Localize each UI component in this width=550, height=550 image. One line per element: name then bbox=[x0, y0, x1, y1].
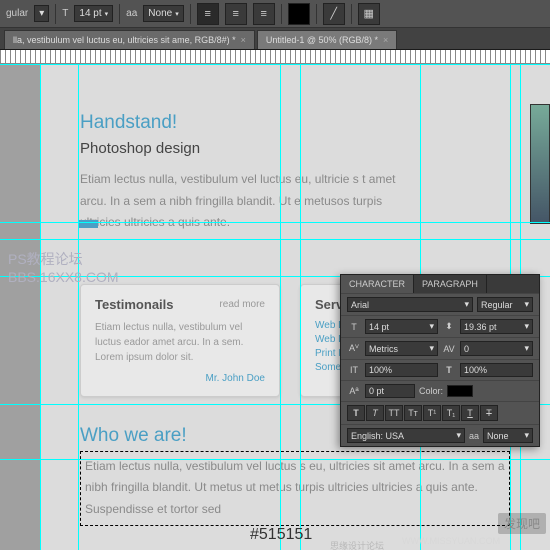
document-tabs: lla, vestibulum vel luctus eu, ultricies… bbox=[0, 28, 550, 50]
heading-1: Handstand! bbox=[80, 112, 510, 134]
leading-icon: ⬍ bbox=[442, 321, 456, 332]
hscale-icon: T bbox=[442, 365, 456, 375]
font-style-dropdown[interactable]: Regular▾ bbox=[477, 297, 533, 312]
font-style-dropdown[interactable]: ▾ bbox=[34, 5, 49, 22]
watermark: 发现吧 bbox=[498, 513, 546, 534]
card-title: Testimonails bbox=[95, 297, 174, 312]
close-icon[interactable]: × bbox=[383, 35, 388, 45]
selection-marker[interactable] bbox=[78, 220, 98, 228]
language-dropdown[interactable]: English: USA▾ bbox=[347, 428, 465, 443]
tab-character[interactable]: CHARACTER bbox=[341, 275, 414, 293]
character-panel[interactable]: CHARACTER PARAGRAPH Arial▾ Regular▾ T 14… bbox=[340, 274, 540, 447]
hex-annotation: #515151 bbox=[250, 526, 312, 544]
leading-field[interactable]: 19.36 pt▾ bbox=[460, 319, 533, 334]
canvas[interactable]: Handstand! Photoshop design Etiam lectus… bbox=[0, 64, 550, 550]
tracking-icon: AV bbox=[442, 344, 456, 354]
superscript-button[interactable]: T¹ bbox=[423, 405, 441, 421]
kerning-field[interactable]: Metrics▾ bbox=[365, 341, 438, 356]
tracking-field[interactable]: 0▾ bbox=[460, 341, 533, 356]
image-strip bbox=[530, 104, 550, 224]
tab-paragraph[interactable]: PARAGRAPH bbox=[414, 275, 487, 293]
read-more-link[interactable]: read more bbox=[219, 299, 265, 310]
watermark: WWW.MISSYUAN.COM bbox=[402, 536, 500, 546]
text-color-swatch[interactable] bbox=[447, 385, 473, 397]
fontsize-dropdown[interactable]: 14 pt▾ bbox=[74, 5, 113, 22]
aa-label: aa bbox=[126, 8, 137, 19]
doc-tab-2[interactable]: Untitled-1 @ 50% (RGB/8) *× bbox=[257, 30, 397, 49]
aa-dropdown[interactable]: None▾ bbox=[483, 428, 533, 443]
aa-dropdown[interactable]: None▾ bbox=[143, 5, 183, 22]
smallcaps-button[interactable]: Tᴛ bbox=[404, 405, 422, 421]
aa-label: aa bbox=[469, 431, 479, 441]
vscale-icon: IT bbox=[347, 365, 361, 375]
char-panel-button[interactable]: ▦ bbox=[358, 3, 380, 25]
font-family-dropdown[interactable]: Arial▾ bbox=[347, 297, 473, 312]
watermark: PS教程论坛BBS.16XX8.COM bbox=[8, 250, 119, 286]
align-left-button[interactable]: ≡ bbox=[197, 3, 219, 25]
card-author: Mr. John Doe bbox=[95, 373, 265, 384]
options-bar: gular ▾ T 14 pt▾ aa None▾ ≡ ≡ ≡ ╱ ▦ bbox=[0, 0, 550, 28]
doc-tab-1[interactable]: lla, vestibulum vel luctus eu, ultricies… bbox=[4, 30, 255, 49]
baseline-field[interactable]: 0 pt bbox=[365, 384, 415, 398]
subscript-button[interactable]: T₁ bbox=[442, 405, 460, 421]
allcaps-button[interactable]: TT bbox=[385, 405, 403, 421]
hscale-field[interactable]: 100% bbox=[460, 363, 533, 377]
color-label: Color: bbox=[419, 386, 443, 396]
testimonials-card: Testimonails read more Etiam lectus null… bbox=[80, 284, 280, 397]
align-center-button[interactable]: ≡ bbox=[225, 3, 247, 25]
who-body: Etiam lectus nulla, vestibulum vel luctu… bbox=[85, 456, 505, 521]
fontsize-icon: T bbox=[347, 322, 361, 332]
fontsize-icon: T bbox=[62, 8, 68, 19]
italic-button[interactable]: T bbox=[366, 405, 384, 421]
card-body: Etiam lectus nulla, vestibulum vel luctu… bbox=[95, 320, 265, 365]
body-paragraph: Etiam lectus nulla, vestibulum vel luctu… bbox=[80, 169, 420, 234]
fontsize-field[interactable]: 14 pt▾ bbox=[365, 319, 438, 334]
baseline-icon: Aª bbox=[347, 386, 361, 396]
kerning-icon: Aⱽ bbox=[347, 343, 361, 354]
strikethrough-button[interactable]: T bbox=[480, 405, 498, 421]
text-color-button[interactable] bbox=[288, 3, 310, 25]
font-style-label: gular bbox=[6, 8, 28, 19]
underline-button[interactable]: T bbox=[461, 405, 479, 421]
align-right-button[interactable]: ≡ bbox=[253, 3, 275, 25]
close-icon[interactable]: × bbox=[241, 35, 246, 45]
warp-text-button[interactable]: ╱ bbox=[323, 3, 345, 25]
vscale-field[interactable]: 100% bbox=[365, 363, 438, 377]
heading-2: Photoshop design bbox=[80, 140, 510, 157]
bold-button[interactable]: T bbox=[347, 405, 365, 421]
text-selection-box[interactable]: Etiam lectus nulla, vestibulum vel luctu… bbox=[80, 451, 510, 526]
ruler-horizontal[interactable] bbox=[0, 50, 550, 64]
watermark: 思缘设计论坛 bbox=[330, 539, 384, 550]
